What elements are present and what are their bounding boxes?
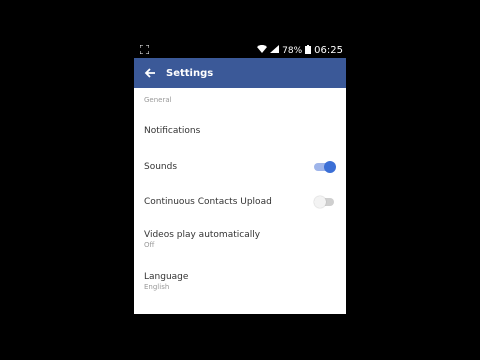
setting-label: Sounds [144, 162, 178, 172]
setting-notifications[interactable]: Notifications [144, 126, 336, 136]
setting-label: Language [144, 272, 189, 282]
page-title: Settings [166, 67, 214, 79]
setting-language[interactable]: Language English [144, 272, 336, 291]
section-header-general: General [144, 96, 172, 104]
wifi-icon [257, 44, 268, 56]
setting-value: English [144, 283, 170, 291]
setting-sounds[interactable]: Sounds [144, 160, 336, 174]
sounds-toggle[interactable] [314, 160, 336, 174]
battery-percent: 78% [282, 45, 303, 56]
status-bar: 78% 06:25 [134, 43, 346, 58]
setting-value: Off [144, 241, 155, 249]
clock: 06:25 [314, 45, 343, 56]
setting-label: Continuous Contacts Upload [144, 197, 272, 207]
signal-icon [270, 45, 280, 56]
settings-list: General Notifications Sounds Continuous … [134, 88, 346, 314]
app-bar: Settings [134, 58, 346, 88]
battery-icon [305, 44, 312, 57]
setting-contacts-upload[interactable]: Continuous Contacts Upload [144, 195, 336, 209]
setting-label: Notifications [144, 126, 201, 136]
back-arrow-icon[interactable] [144, 66, 158, 80]
screenshot-icon [139, 44, 150, 57]
contacts-upload-toggle[interactable] [314, 195, 336, 209]
setting-videos-autoplay[interactable]: Videos play automatically Off [144, 230, 336, 249]
setting-label: Videos play automatically [144, 230, 261, 240]
phone-screen: 78% 06:25 Settings General Notifications… [134, 0, 346, 360]
